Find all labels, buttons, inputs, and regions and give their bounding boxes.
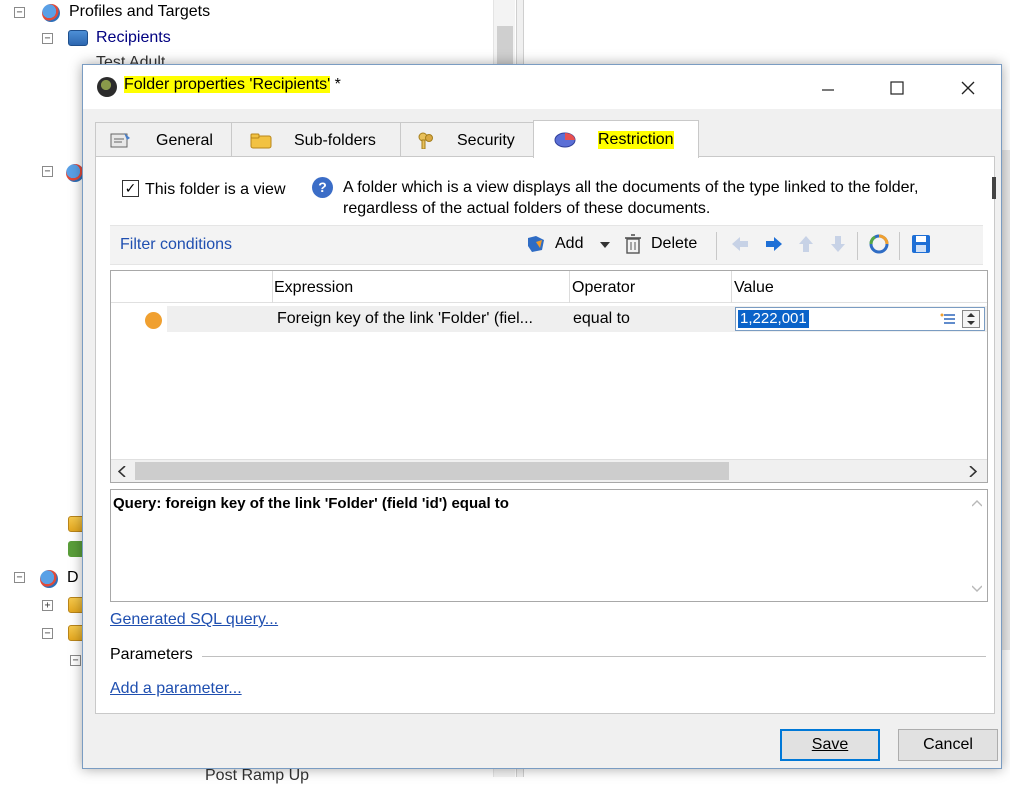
grid-horizontal-scrollbar[interactable]: [111, 459, 987, 482]
query-text: Query: foreign key of the link 'Folder' …: [113, 495, 509, 512]
cell-expression[interactable]: Foreign key of the link 'Folder' (fiel..…: [277, 310, 533, 328]
tree-item-post-ramp-up[interactable]: Post Ramp Up: [205, 767, 309, 785]
cancel-button-label: Cancel: [923, 736, 973, 753]
column-separator: [272, 271, 273, 303]
save-icon[interactable]: [911, 234, 931, 254]
close-icon: [961, 81, 975, 95]
conditions-grid: Expression Operator Value Foreign key of…: [110, 270, 988, 483]
tab-restriction[interactable]: Restriction: [533, 120, 699, 158]
cancel-button[interactable]: Cancel: [898, 729, 998, 761]
tab-general-label: General: [156, 132, 213, 149]
collapse-toggle-4[interactable]: −: [70, 655, 81, 666]
cell-operator[interactable]: equal to: [573, 310, 630, 328]
tab-security[interactable]: Security: [400, 122, 534, 157]
profiles-globe-icon: [42, 4, 60, 22]
column-header-operator[interactable]: Operator: [572, 279, 635, 297]
parameters-label: Parameters: [110, 646, 197, 664]
help-icon: ?: [312, 177, 333, 198]
add-condition-icon[interactable]: [526, 234, 546, 254]
minimize-icon: [822, 89, 834, 91]
dialog-title: Folder properties 'Recipients' *: [124, 76, 341, 94]
generated-sql-query-link[interactable]: Generated SQL query...: [110, 611, 278, 629]
tree-item-partial[interactable]: Test Adult: [96, 54, 165, 64]
toolbar-separator: [716, 232, 717, 260]
expression-editor-icon[interactable]: [940, 312, 956, 326]
keys-icon: [418, 132, 433, 149]
refresh-icon[interactable]: [869, 234, 889, 254]
arrow-down-icon[interactable]: [828, 234, 848, 254]
arrow-right-icon[interactable]: [764, 234, 784, 254]
column-separator: [731, 271, 732, 303]
column-header-expression[interactable]: Expression: [274, 279, 353, 297]
trash-icon[interactable]: [623, 234, 643, 254]
dialog-title-main: Folder properties 'Recipients': [124, 76, 331, 93]
delivery-globe-icon: [40, 570, 58, 588]
general-properties-icon: [110, 133, 130, 148]
spinner-arrows-icon: [967, 313, 975, 325]
value-input[interactable]: 1,222,001: [735, 307, 985, 331]
tab-restriction-label: Restriction: [598, 131, 674, 149]
column-header-value[interactable]: Value: [734, 279, 774, 297]
tab-security-label: Security: [457, 132, 515, 149]
view-description: A folder which is a view displays all th…: [343, 177, 993, 219]
view-checkbox-label: This folder is a view: [145, 181, 286, 198]
view-description-line-2: regardless of the actual folders of thes…: [343, 200, 711, 217]
save-button[interactable]: Save: [780, 729, 880, 761]
dialog-title-modified-marker: *: [330, 76, 341, 93]
view-description-line-1: A folder which is a view displays all th…: [343, 179, 919, 196]
collapse-toggle-recipients[interactable]: −: [42, 33, 53, 44]
minimize-button[interactable]: [805, 65, 851, 109]
value-spinner[interactable]: [962, 310, 980, 328]
query-vertical-scrollbar[interactable]: [967, 490, 987, 601]
scroll-right-icon[interactable]: [969, 466, 977, 477]
collapse-toggle-2[interactable]: −: [42, 166, 53, 177]
detail-pane-edge: [1002, 150, 1010, 650]
collapse-toggle-3[interactable]: −: [42, 628, 53, 639]
folder-properties-dialog: Folder properties 'Recipients' * General…: [82, 64, 1002, 769]
clipped-text: [992, 177, 996, 199]
toolbar-separator: [899, 232, 900, 260]
collapse-toggle-profiles[interactable]: −: [14, 7, 25, 18]
scroll-up-icon[interactable]: [972, 500, 982, 507]
filter-conditions-label: Filter conditions: [120, 236, 233, 253]
maximize-button[interactable]: [874, 65, 920, 109]
parameters-divider: [202, 656, 986, 657]
maximize-icon: [890, 81, 904, 95]
scrollbar-thumb[interactable]: [135, 462, 729, 480]
filter-toolbar: Filter conditions Add Delete: [110, 225, 983, 265]
arrow-left-icon[interactable]: [730, 234, 750, 254]
add-button[interactable]: Add: [555, 235, 583, 253]
column-separator: [569, 271, 570, 303]
scroll-down-icon[interactable]: [972, 585, 982, 592]
tab-sub-folders-label: Sub-folders: [294, 132, 376, 149]
tree-item-profiles-and-targets[interactable]: Profiles and Targets: [69, 3, 210, 21]
row-status-dot: [145, 312, 162, 329]
app-icon: [97, 77, 117, 97]
tree-item-d[interactable]: D: [67, 569, 79, 587]
save-button-label: Save: [811, 736, 849, 753]
value-input-text[interactable]: 1,222,001: [738, 310, 809, 328]
pie-chart-icon: [554, 132, 576, 148]
add-parameter-link[interactable]: Add a parameter...: [110, 680, 242, 698]
query-preview: Query: foreign key of the link 'Folder' …: [110, 489, 988, 602]
collapse-toggle-d[interactable]: −: [14, 572, 25, 583]
scroll-left-icon[interactable]: [118, 466, 126, 477]
recipients-folder-icon: [68, 30, 88, 46]
add-dropdown-chevron-icon[interactable]: [600, 242, 610, 249]
folder-icon: [250, 133, 272, 149]
arrow-up-icon[interactable]: [796, 234, 816, 254]
delete-button[interactable]: Delete: [651, 235, 697, 253]
view-checkbox[interactable]: ✓: [122, 180, 139, 197]
title-bar[interactable]: Folder properties 'Recipients' *: [83, 65, 1001, 109]
close-button[interactable]: [945, 65, 991, 109]
tab-general[interactable]: General: [95, 122, 232, 157]
grid-header: Expression Operator Value: [111, 271, 987, 303]
tab-sub-folders[interactable]: Sub-folders: [231, 122, 401, 157]
expand-toggle[interactable]: +: [42, 600, 53, 611]
toolbar-separator: [857, 232, 858, 260]
tree-item-recipients[interactable]: Recipients: [96, 29, 171, 47]
